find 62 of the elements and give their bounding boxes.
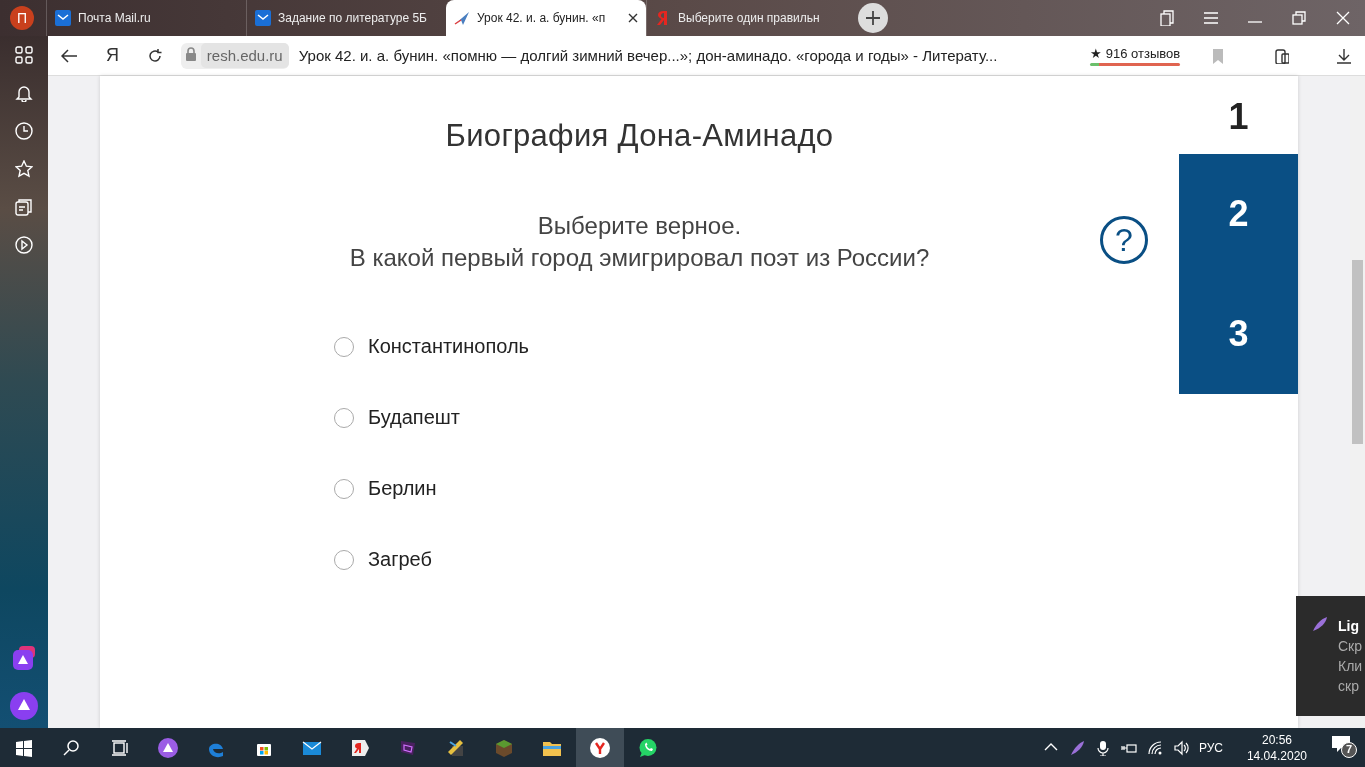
back-arrow-icon[interactable] bbox=[61, 48, 78, 63]
reload-icon[interactable] bbox=[147, 47, 164, 64]
question-text: Выберите верное. В какой первый город эмигрировал поэт из России? bbox=[349, 211, 930, 273]
apps-grid-icon[interactable] bbox=[15, 46, 33, 64]
restore-icon[interactable] bbox=[1291, 10, 1307, 26]
reviews-badge[interactable]: ★ 916 отзывов bbox=[1090, 45, 1181, 66]
assistant-app-icon[interactable] bbox=[11, 646, 37, 672]
question-number-tab[interactable]: 2 bbox=[1179, 154, 1298, 274]
notification-text: Скр bbox=[1338, 637, 1363, 656]
assistant-icon[interactable] bbox=[158, 737, 178, 758]
clock-date[interactable]: 14.04.2020 bbox=[1246, 747, 1307, 764]
speaker-icon[interactable] bbox=[1172, 739, 1189, 756]
browser-tab[interactable]: Урок 42. и. а. бунин. «п bbox=[446, 0, 646, 36]
close-icon[interactable] bbox=[628, 13, 638, 23]
bell-icon[interactable] bbox=[15, 84, 33, 102]
feather-icon bbox=[1312, 616, 1328, 632]
page-title-field[interactable]: Урок 42. и. а. бунин. «помню — долгий зимний вечер...»; дон-аминадо. «города и годы» - Литерату... bbox=[298, 47, 1051, 64]
lock-icon[interactable] bbox=[184, 47, 197, 61]
answer-option[interactable]: Берлин bbox=[368, 477, 437, 500]
menu-icon[interactable] bbox=[1203, 10, 1219, 26]
lesson-title: Биография Дона-Аминадо bbox=[444, 118, 835, 154]
search-icon[interactable] bbox=[62, 737, 82, 758]
yandex-letter-icon[interactable] bbox=[350, 737, 370, 758]
wifi-icon[interactable] bbox=[1146, 739, 1163, 756]
envelope-icon bbox=[55, 10, 71, 26]
notification-title: Lig bbox=[1338, 617, 1360, 636]
grass-block-icon[interactable] bbox=[494, 737, 514, 758]
feather-icon[interactable] bbox=[1068, 739, 1085, 756]
answer-option[interactable]: Будапешт bbox=[368, 406, 460, 429]
clock-time[interactable]: 20:56 bbox=[1261, 731, 1292, 748]
windows-start-icon[interactable] bbox=[14, 737, 34, 758]
notification-count: 7 bbox=[1346, 743, 1353, 755]
yandex-browser-icon[interactable] bbox=[590, 737, 610, 758]
new-tab-button[interactable] bbox=[858, 3, 888, 33]
help-button[interactable]: ? bbox=[1100, 216, 1148, 264]
answer-option[interactable]: Загреб bbox=[368, 548, 432, 571]
notification-text: Кли bbox=[1338, 657, 1363, 676]
language-indicator[interactable]: РУС bbox=[1198, 740, 1223, 755]
answer-option[interactable]: Константинополь bbox=[368, 335, 530, 358]
paper-plane-icon bbox=[454, 10, 470, 26]
clock-icon[interactable] bbox=[15, 122, 33, 140]
notification-popup[interactable]: Lig Скр Кли скр bbox=[1296, 596, 1365, 716]
star-icon[interactable] bbox=[15, 160, 33, 178]
question-number-tab[interactable]: 1 bbox=[1179, 76, 1298, 154]
envelope-icon bbox=[255, 10, 271, 26]
profile-avatar[interactable]: П bbox=[10, 6, 34, 30]
yandex-button[interactable]: Я bbox=[90, 45, 134, 66]
question-number-tab[interactable]: 3 bbox=[1179, 274, 1298, 394]
play-icon[interactable] bbox=[15, 236, 33, 254]
assistant-icon[interactable] bbox=[10, 692, 38, 720]
cards-icon[interactable] bbox=[15, 198, 33, 216]
paint-tools-icon[interactable] bbox=[446, 737, 466, 758]
bookmarks-icon[interactable] bbox=[1159, 10, 1175, 26]
extensions-icon[interactable] bbox=[1272, 47, 1289, 64]
notification-text: скр bbox=[1338, 677, 1360, 696]
download-icon[interactable] bbox=[1335, 47, 1352, 64]
domain-label[interactable]: resh.edu.ru bbox=[200, 43, 289, 68]
plus-icon bbox=[866, 11, 880, 25]
chat-bubble-icon[interactable] bbox=[638, 737, 658, 758]
microphone-icon[interactable] bbox=[1094, 739, 1111, 756]
task-view-icon[interactable] bbox=[110, 737, 130, 758]
action-center-icon[interactable] bbox=[1331, 734, 1357, 758]
